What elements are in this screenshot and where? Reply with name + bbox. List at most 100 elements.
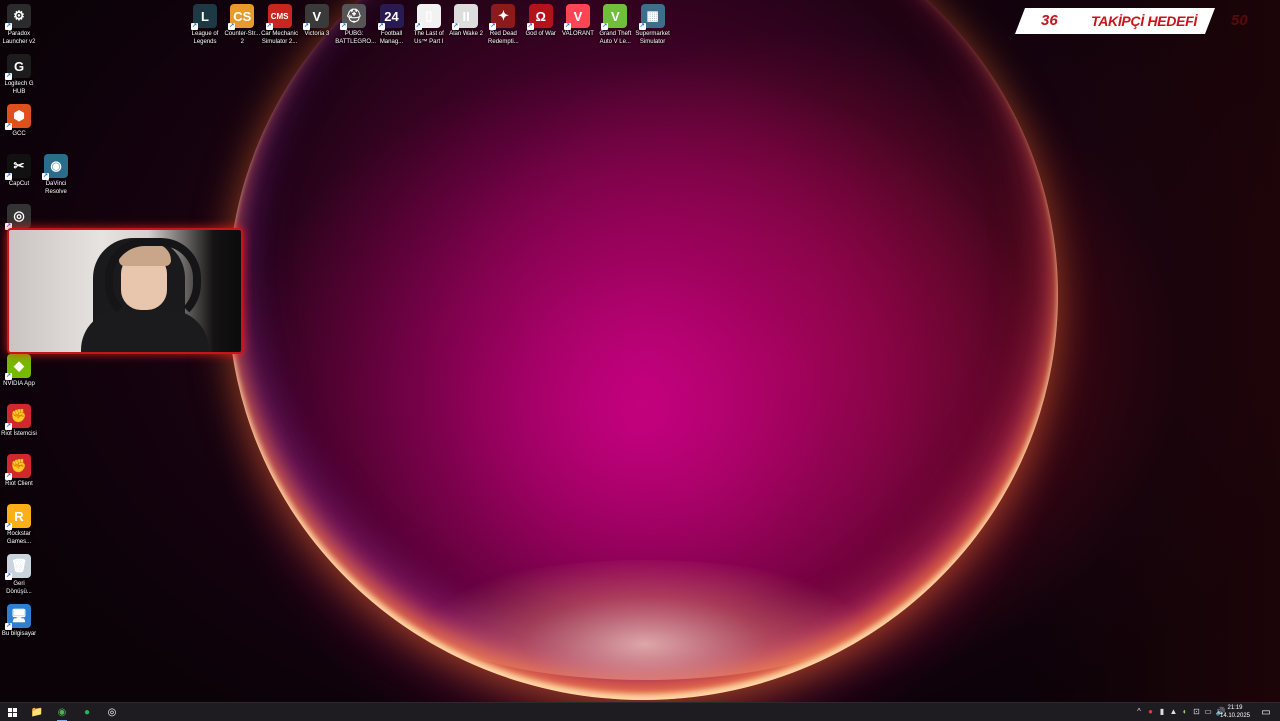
- desktop-icon-pubg[interactable]: ⛑ ↗ PUBG: BATTLEGRO...: [335, 4, 377, 46]
- icon-label: Logitech G HUB: [4, 81, 34, 95]
- rockstar-icon: R ↗: [5, 504, 31, 530]
- icon-label: DaVinci Resolve: [45, 181, 67, 195]
- riot2-icon: ✊ ↗: [5, 454, 31, 480]
- cs2-icon: CS ↗: [228, 4, 255, 30]
- desktop-icon-val[interactable]: V ↗ VALORANT: [559, 4, 597, 38]
- icon-label: GCC: [12, 131, 26, 137]
- clock-time: 21:19: [1227, 705, 1243, 711]
- shortcut-arrow-icon: ↗: [526, 23, 534, 30]
- clock-date: 14.10.2025: [1219, 713, 1251, 719]
- headphones: [105, 238, 201, 324]
- tray-icon-0[interactable]: ^: [1135, 707, 1143, 716]
- lol-icon: L ↗: [191, 4, 217, 30]
- recycle-icon: 🗑 ↗: [5, 554, 31, 580]
- icon-label: Red Dead Redempti...: [488, 31, 519, 45]
- shortcut-arrow-icon: ↗: [5, 23, 12, 30]
- desktop-icon-lol[interactable]: L ↗ League of Legends: [186, 4, 224, 46]
- desktop-icon-aw2[interactable]: II ↗ Alan Wake 2: [447, 4, 485, 38]
- taskbar-spotify-icon[interactable]: ●: [79, 705, 95, 719]
- shortcut-arrow-icon: ↗: [5, 373, 12, 380]
- desktop-icon-fm24[interactable]: 24 ↗ Football Manag...: [373, 4, 411, 46]
- taskbar-obs-task-icon[interactable]: ◎: [104, 705, 120, 719]
- desktop-icon-tlou[interactable]: ▯ ↗ The Last of Us™ Part I: [410, 4, 448, 46]
- desktop-icon-cms[interactable]: CMS ↗ Car Mechanic Simulator 2...: [261, 4, 299, 46]
- icon-label: Geri Dönüşü...: [6, 581, 32, 595]
- rdr-icon: ✦ ↗: [489, 4, 516, 30]
- icon-label: Football Manag...: [379, 31, 404, 45]
- taskbar-explorer-icon[interactable]: 📁: [29, 705, 45, 719]
- gcc-icon: ⬢ ↗: [5, 104, 31, 130]
- shortcut-arrow-icon: ↗: [228, 23, 236, 30]
- tray-icon-6[interactable]: ▭: [1204, 707, 1212, 716]
- icon-label: VALORANT: [562, 31, 594, 37]
- nvidia-icon: ◆ ↗: [5, 354, 31, 380]
- shortcut-arrow-icon: ↗: [5, 623, 12, 630]
- shortcut-arrow-icon: ↗: [340, 23, 348, 30]
- desktop-icon-gta[interactable]: V ↗ Grand Theft Auto V Le...: [596, 4, 634, 46]
- tray-icon-4[interactable]: ◐: [1181, 707, 1189, 716]
- windows-icon[interactable]: [4, 705, 20, 719]
- icon-label: Supermarket Simulator: [635, 31, 670, 45]
- shortcut-arrow-icon: ↗: [5, 73, 12, 80]
- desktop-icon-rdr[interactable]: ✦ ↗ Red Dead Redempti...: [484, 4, 522, 46]
- taskbar-chrome-icon[interactable]: ◉: [54, 705, 70, 721]
- desktop-icon-recycle[interactable]: 🗑 ↗ Geri Dönüşü...: [0, 554, 38, 596]
- capcut-icon: ✂ ↗: [5, 154, 31, 180]
- desktop-icon-pc[interactable]: 🖥 ↗ Bu bilgisayar: [0, 604, 38, 638]
- desktop-icon-gow[interactable]: Ω ↗ God of War: [522, 4, 560, 38]
- vic3-icon: V ↗: [302, 4, 329, 30]
- desktop-icon-nvidia[interactable]: ◆ ↗ NVIDIA App: [0, 354, 38, 388]
- desktop-icon-paradox[interactable]: ⚙ ↗ Paradox Launcher v2: [0, 4, 38, 46]
- cms-icon: CMS ↗: [265, 4, 292, 30]
- taskbar: 📁 ◉ ● ◎ ^ ● ▮ ▲ ◐ ⊡ ▭ 🔊 21:19 14.10.2025 ▭: [0, 702, 1280, 721]
- desktop-icon-gcc[interactable]: ⬢ ↗ GCC: [0, 104, 38, 138]
- paradox-icon: ⚙ ↗: [5, 4, 31, 30]
- icon-label: The Last of Us™ Part I: [413, 31, 444, 45]
- shortcut-arrow-icon: ↗: [452, 23, 460, 30]
- val-icon: V ↗: [564, 4, 590, 30]
- tray-icon-5[interactable]: ⊡: [1193, 707, 1201, 716]
- goal-target: 50: [1231, 12, 1248, 29]
- shortcut-arrow-icon: ↗: [414, 23, 422, 30]
- pc-icon: 🖥 ↗: [5, 604, 31, 630]
- icon-label: Rockstar Games...: [6, 531, 32, 545]
- desktop-icon-sms[interactable]: ▦ ↗ Supermarket Simulator: [634, 4, 672, 46]
- desktop-icon-capcut[interactable]: ✂ ↗ CapCut: [0, 154, 38, 188]
- shortcut-arrow-icon: ↗: [42, 173, 49, 180]
- icon-label: NVIDIA App: [3, 381, 35, 387]
- wallpaper-shade: [1020, 0, 1280, 702]
- icon-label: Counter-Str... 2: [224, 31, 261, 45]
- taskbar-clock[interactable]: 21:19 14.10.2025: [1219, 704, 1251, 720]
- icon-label: Riot İstemcisi: [1, 431, 37, 437]
- aw2-icon: II ↗: [452, 4, 479, 30]
- gta-icon: V ↗: [601, 4, 628, 30]
- icon-label: Bu bilgisayar: [1, 631, 37, 637]
- shortcut-arrow-icon: ↗: [191, 23, 198, 30]
- shortcut-arrow-icon: ↗: [5, 173, 12, 180]
- tlou-icon: ▯ ↗: [414, 4, 441, 30]
- desktop-icon-vic3[interactable]: V ↗ Victoria 3: [298, 4, 336, 38]
- desktop-icon-cs2[interactable]: CS ↗ Counter-Str... 2: [223, 4, 261, 46]
- desktop-icon-riot2[interactable]: ✊ ↗ Riot Client: [0, 454, 38, 488]
- desktop-icon-logitech[interactable]: G ↗ Logitech G HUB: [0, 54, 38, 96]
- tray-icon-1[interactable]: ●: [1147, 707, 1155, 716]
- tray-icon-3[interactable]: ▲: [1170, 707, 1178, 716]
- shortcut-arrow-icon: ↗: [564, 23, 571, 30]
- shortcut-arrow-icon: ↗: [489, 23, 497, 30]
- desktop-icon-davinci[interactable]: ◉ ↗ DaVinci Resolve: [37, 154, 75, 196]
- goal-label: TAKİPÇİ HEDEFİ: [1091, 13, 1197, 29]
- shortcut-arrow-icon: ↗: [5, 423, 12, 430]
- shortcut-arrow-icon: ↗: [5, 473, 12, 480]
- riot1-icon: ✊ ↗: [5, 404, 31, 430]
- obs-icon: ◎ ↗: [5, 204, 31, 230]
- desktop-icon-riot1[interactable]: ✊ ↗ Riot İstemcisi: [0, 404, 38, 438]
- icon-label: PUBG: BATTLEGRO...: [335, 31, 377, 45]
- desktop-icon-rockstar[interactable]: R ↗ Rockstar Games...: [0, 504, 38, 546]
- shortcut-arrow-icon: ↗: [601, 23, 609, 30]
- icon-label: Car Mechanic Simulator 2...: [261, 31, 299, 45]
- notification-icon[interactable]: ▭: [1258, 705, 1274, 719]
- tray-icon-2[interactable]: ▮: [1158, 707, 1166, 716]
- shortcut-arrow-icon: ↗: [302, 23, 310, 30]
- icon-label: Victoria 3: [304, 31, 330, 37]
- wallpaper-glow: [430, 560, 860, 680]
